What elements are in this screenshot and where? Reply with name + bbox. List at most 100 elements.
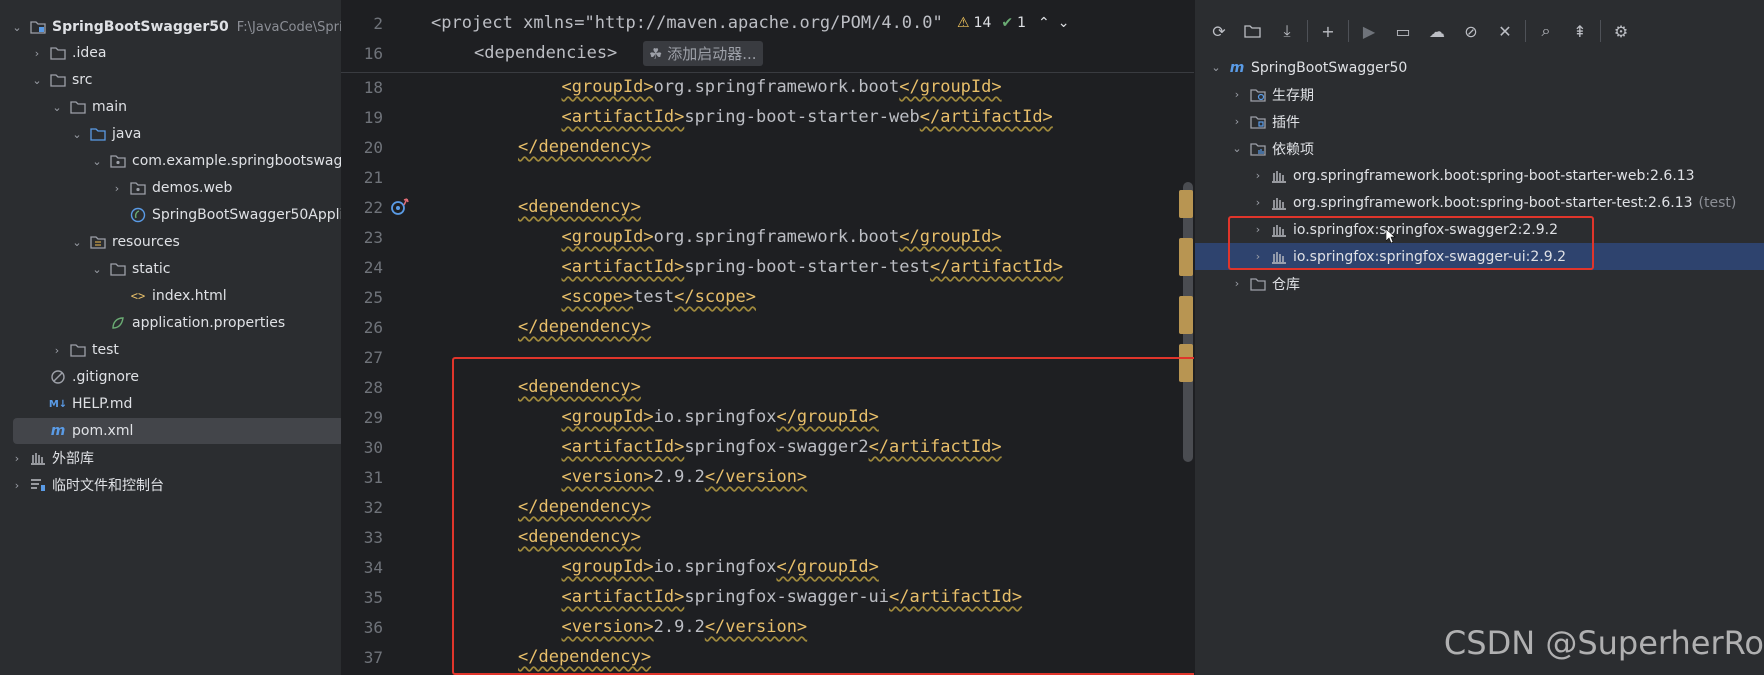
previous-highlight-icon[interactable]: ⌃: [1038, 15, 1050, 31]
chevron-right-icon[interactable]: ›: [1251, 169, 1265, 183]
collapse-all-icon[interactable]: ✕: [1491, 17, 1519, 45]
gear-icon[interactable]: ⚙: [1607, 17, 1635, 45]
project-tree-item[interactable]: <> index.html: [110, 283, 227, 309]
code-line[interactable]: 20 </dependency>: [341, 132, 1194, 162]
project-root-row[interactable]: ⌄ SpringBootSwagger50 F:\JavaCode\Spring…: [10, 14, 363, 40]
line-number: 37: [363, 647, 383, 667]
line-number: 26: [363, 317, 383, 337]
project-tree-item[interactable]: › test: [50, 337, 119, 363]
offline-mode-icon[interactable]: ☁: [1423, 17, 1451, 45]
project-tree-item[interactable]: › 外部库: [10, 445, 94, 471]
run-icon[interactable]: ▶: [1355, 17, 1383, 45]
code-text: <groupId>org.springframework.boot</group…: [562, 227, 1002, 247]
chevron-right-icon[interactable]: ›: [1230, 277, 1244, 291]
project-tree-item[interactable]: › 临时文件和控制台: [10, 472, 164, 498]
warning-marker[interactable]: [1179, 238, 1193, 276]
chevron-down-icon[interactable]: ⌄: [50, 100, 64, 114]
code-line[interactable]: 23 <groupId>org.springframework.boot</gro…: [341, 222, 1194, 252]
folder-icon: [110, 261, 126, 277]
project-tree-item[interactable]: ⌄ static: [90, 256, 170, 282]
show-diagram-icon[interactable]: ⇞: [1566, 17, 1594, 45]
project-tree-item[interactable]: SpringBootSwagger50Appli: [110, 202, 343, 228]
line-number: 21: [363, 167, 383, 187]
line-number: 27: [363, 347, 383, 367]
xml-text: org.springframework.boot: [653, 227, 900, 247]
warning-count: 14: [973, 15, 992, 31]
chevron-right-icon[interactable]: ›: [1230, 88, 1244, 102]
inspection-widget[interactable]: ⚠ 14 ✔ 1 ⌃ ⌄: [951, 15, 1070, 31]
add-maven-project-icon[interactable]: [1239, 17, 1267, 45]
code-line[interactable]: 21: [341, 162, 1194, 192]
library-icon: [30, 450, 46, 466]
xml-tag: <groupId>: [561, 77, 654, 97]
maven-root-row[interactable]: ⌄ m SpringBootSwagger50: [1195, 54, 1764, 81]
code-text: <artifactId>spring-boot-starter-test</ar…: [562, 257, 1064, 277]
code-line[interactable]: 26 </dependency>: [341, 312, 1194, 342]
chevron-right-icon[interactable]: ›: [50, 343, 64, 357]
project-tree-item[interactable]: › demos.web: [110, 175, 233, 201]
chevron-down-icon[interactable]: ⌄: [1230, 142, 1244, 156]
execute-goal-icon[interactable]: ▭: [1389, 17, 1417, 45]
maven-tree-item[interactable]: › 生存期: [1195, 81, 1764, 108]
code-line[interactable]: 24 <artifactId>spring-boot-starter-test</…: [341, 252, 1194, 282]
implementation-gutter-icon[interactable]: [389, 196, 411, 218]
line-number: 24: [363, 257, 383, 277]
project-tree-item-label: index.html: [152, 288, 227, 304]
warning-marker[interactable]: [1179, 296, 1193, 334]
chevron-right-icon[interactable]: ›: [30, 46, 44, 60]
project-tree-item[interactable]: M↓ HELP.md: [30, 391, 133, 417]
xml-tag: <dependency>: [518, 197, 641, 217]
folder-icon: [50, 72, 66, 88]
analyze-dependencies-icon[interactable]: ⌕: [1532, 17, 1560, 45]
skip-tests-icon[interactable]: ⊘: [1457, 17, 1485, 45]
chevron-down-icon[interactable]: ⌄: [90, 154, 104, 168]
project-tree-item[interactable]: ⌄ java: [70, 121, 141, 147]
chevron-right-icon[interactable]: ›: [1230, 115, 1244, 129]
code-line[interactable]: 22 <dependency>: [341, 192, 1194, 222]
warning-marker[interactable]: [1179, 190, 1193, 218]
code-line[interactable]: 25 <scope>test</scope>: [341, 282, 1194, 312]
chevron-down-icon[interactable]: ⌄: [30, 73, 44, 87]
reload-icon[interactable]: ⟳: [1205, 17, 1233, 45]
project-tree-item[interactable]: ⌄ main: [50, 94, 127, 120]
plus-icon[interactable]: +: [1314, 17, 1342, 45]
maven-tree-item[interactable]: › 插件: [1195, 108, 1764, 135]
maven-tree-item-label: org.springframework.boot:spring-boot-sta…: [1293, 194, 1693, 211]
ok-count: 1: [1017, 15, 1027, 31]
chevron-down-icon[interactable]: ⌄: [1209, 61, 1223, 75]
chevron-right-icon[interactable]: ›: [10, 451, 24, 465]
maven-tree-item[interactable]: ⌄ 依赖项: [1195, 135, 1764, 162]
maven-tree-item[interactable]: › org.springframework.boot:spring-boot-st…: [1195, 162, 1764, 189]
chevron-down-icon[interactable]: ⌄: [10, 20, 24, 34]
chevron-right-icon[interactable]: ›: [110, 181, 124, 195]
project-tree-item[interactable]: ⌄ com.example.springbootswagg: [90, 148, 351, 174]
project-tree-item[interactable]: ⌄ src: [30, 67, 92, 93]
chevron-right-icon[interactable]: ›: [1251, 196, 1265, 210]
spring-class-icon: [130, 207, 146, 223]
project-tree-item[interactable]: ⌄ resources: [70, 229, 179, 255]
project-tree-item[interactable]: .gitignore: [30, 364, 139, 390]
chevron-down-icon[interactable]: ⌄: [70, 235, 84, 249]
project-tree-item-label: .gitignore: [72, 369, 139, 385]
maven-tree-item[interactable]: › org.springframework.boot:spring-boot-st…: [1195, 189, 1764, 216]
xml-text: test: [633, 287, 675, 307]
download-sources-icon[interactable]: ⤓: [1273, 17, 1301, 45]
maven-tree-item[interactable]: › 仓库: [1195, 270, 1764, 297]
chevron-down-icon[interactable]: ⌄: [90, 262, 104, 276]
code-line[interactable]: 19 <artifactId>spring-boot-starter-web</a…: [341, 102, 1194, 132]
code-line[interactable]: 18 <groupId>org.springframework.boot</gro…: [341, 72, 1194, 102]
sticky-line[interactable]: 2 <project xmlns="http://maven.apache.or…: [341, 8, 1194, 38]
sticky-line[interactable]: 16 <dependencies> ☘ 添加启动器...: [341, 38, 1194, 68]
next-highlight-icon[interactable]: ⌄: [1058, 15, 1070, 31]
chevron-down-icon[interactable]: ⌄: [70, 127, 84, 141]
project-tree-item-label: 临时文件和控制台: [52, 478, 164, 494]
code-text: </dependency>: [518, 317, 651, 337]
project-tree-item[interactable]: › .idea: [30, 40, 107, 66]
add-starter-hint[interactable]: ☘ 添加启动器...: [643, 40, 763, 66]
project-tree-item[interactable]: application.properties: [90, 310, 285, 336]
chevron-right-icon[interactable]: ›: [10, 478, 24, 492]
xml-tag: </artifactId>: [919, 107, 1053, 127]
line-number: 28: [363, 377, 383, 397]
maven-tool-window: ⟳ ⤓ + ▶ ▭ ☁ ⊘ ✕ ⌕ ⇞ ⚙ ⌄ m SpringBootSwag…: [1194, 0, 1764, 675]
project-tree-item[interactable]: m pom.xml: [13, 418, 344, 444]
